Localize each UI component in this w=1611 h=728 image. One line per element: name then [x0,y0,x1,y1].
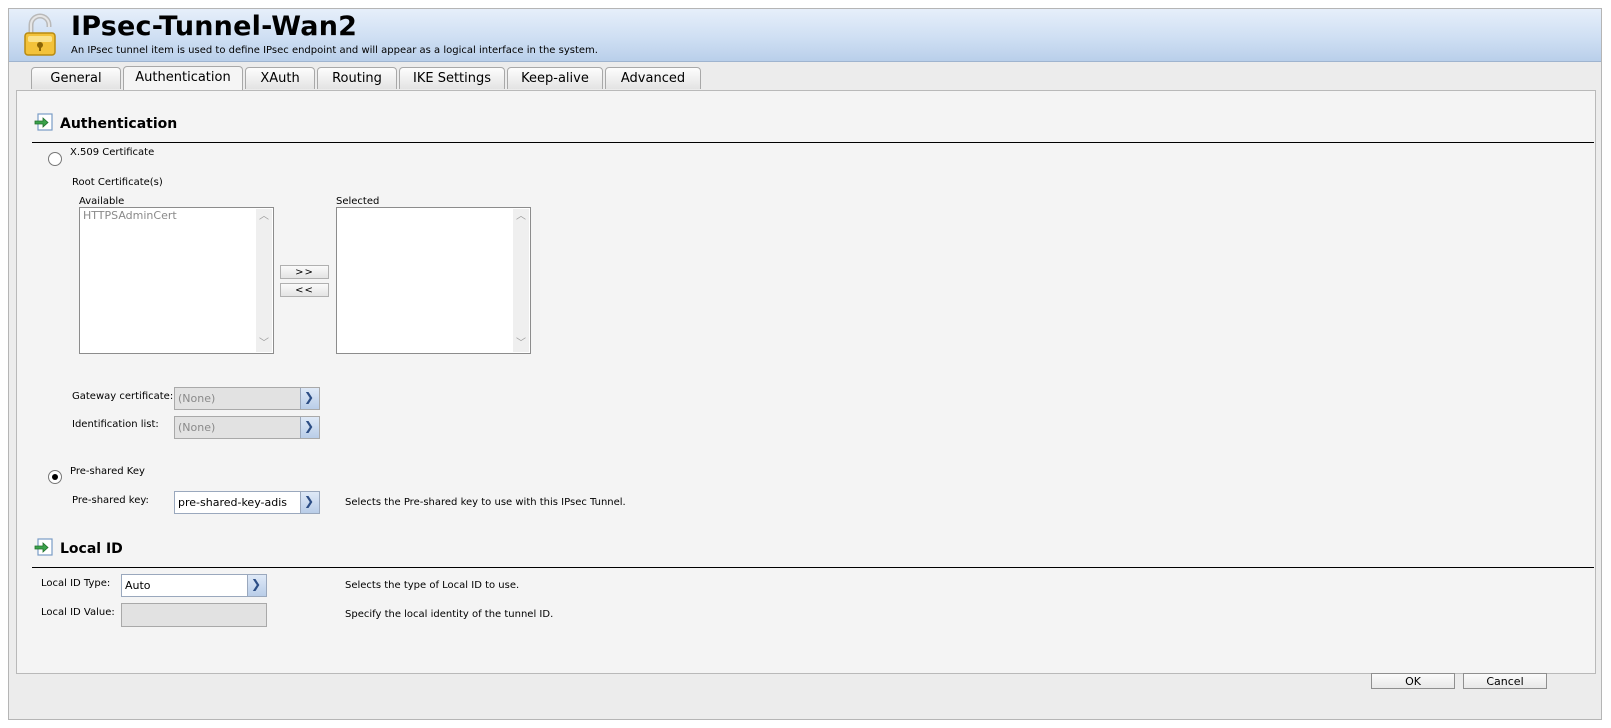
pre-shared-key-label: Pre-shared key: [72,495,149,506]
section-arrow-icon [34,113,53,131]
local-id-type-label: Local ID Type: [41,578,111,589]
section-arrow-icon [34,538,53,556]
ok-button[interactable]: OK [1371,673,1455,689]
scroll-down-icon[interactable]: ﹀ [258,338,270,350]
x509-certificate-label: X.509 Certificate [70,147,155,158]
dialog-frame: IPsec-Tunnel-Wan2 An IPsec tunnel item i… [8,8,1602,720]
padlock-icon [24,13,56,56]
local-id-type-select[interactable]: Auto ❯ [121,574,267,597]
pre-shared-key-radio[interactable] [48,470,62,484]
page-subtitle: An IPsec tunnel item is used to define I… [71,45,598,56]
scrollbar[interactable]: ︿ ﹀ [513,209,529,352]
tab-advanced[interactable]: Advanced [605,67,701,89]
remove-certificate-button[interactable]: << [280,283,329,297]
section-title-local-id: Local ID [60,541,123,557]
section-title-authentication: Authentication [60,116,178,132]
tab-routing[interactable]: Routing [317,67,397,89]
local-id-type-hint: Selects the type of Local ID to use. [345,580,520,591]
scrollbar[interactable]: ︿ ﹀ [256,209,272,352]
select-value: pre-shared-key-adis [178,496,287,509]
chevron-down-icon[interactable]: ❯ [300,417,319,438]
root-certificates-label: Root Certificate(s) [72,177,163,188]
tab-ike-settings[interactable]: IKE Settings [399,67,505,89]
scroll-up-icon[interactable]: ︿ [258,211,270,223]
section-divider [32,142,1594,143]
scroll-up-icon[interactable]: ︿ [515,211,527,223]
tab-xauth[interactable]: XAuth [245,67,315,89]
selected-certificates-list[interactable]: ︿ ﹀ [336,207,531,354]
tab-keep-alive[interactable]: Keep-alive [507,67,603,89]
page-header: IPsec-Tunnel-Wan2 An IPsec tunnel item i… [9,9,1601,62]
selected-label: Selected [336,196,380,207]
select-value: (None) [178,392,216,405]
tab-general[interactable]: General [31,67,121,89]
chevron-down-icon[interactable]: ❯ [300,388,319,409]
chevron-down-icon[interactable]: ❯ [300,492,319,513]
identification-list-select[interactable]: (None) ❯ [174,416,320,439]
available-label: Available [79,196,125,207]
x509-certificate-radio[interactable] [48,152,62,166]
scroll-down-icon[interactable]: ﹀ [515,338,527,350]
section-divider [32,567,1594,568]
list-item[interactable]: HTTPSAdminCert [83,209,177,222]
page-title: IPsec-Tunnel-Wan2 [71,11,358,42]
select-value: (None) [178,421,216,434]
local-id-value-input[interactable] [121,603,267,627]
pre-shared-key-option-label: Pre-shared Key [70,466,145,477]
local-id-value-label: Local ID Value: [41,607,115,618]
add-certificate-button[interactable]: >> [280,265,329,279]
gateway-certificate-select[interactable]: (None) ❯ [174,387,320,410]
available-certificates-list[interactable]: HTTPSAdminCert ︿ ﹀ [79,207,274,354]
chevron-down-icon[interactable]: ❯ [247,575,266,596]
gateway-certificate-label: Gateway certificate: [72,391,174,402]
identification-list-label: Identification list: [72,419,159,430]
local-id-value-hint: Specify the local identity of the tunnel… [345,609,554,620]
cancel-button[interactable]: Cancel [1463,673,1547,689]
pre-shared-key-select[interactable]: pre-shared-key-adis ❯ [174,491,320,514]
tab-authentication[interactable]: Authentication [123,66,243,90]
pre-shared-key-hint: Selects the Pre-shared key to use with t… [345,497,626,508]
select-value: Auto [125,579,151,592]
authentication-panel: Authentication X.509 Certificate Root Ce… [16,90,1596,674]
